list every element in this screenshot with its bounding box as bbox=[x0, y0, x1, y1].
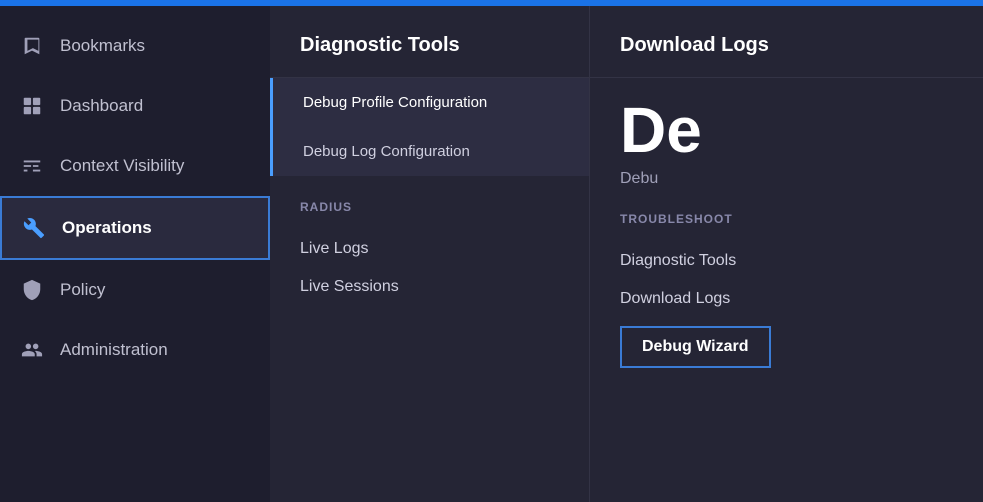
sidebar-item-label-policy: Policy bbox=[60, 280, 105, 300]
sidebar-item-context-visibility[interactable]: Context Visibility bbox=[0, 136, 270, 196]
troubleshoot-section-label: Troubleshoot bbox=[620, 212, 953, 226]
sidebar-item-label-operations: Operations bbox=[62, 218, 152, 238]
submenu-item-label-debug-log: Debug Log Configuration bbox=[303, 143, 470, 160]
context-visibility-icon bbox=[20, 154, 44, 178]
dashboard-icon bbox=[20, 94, 44, 118]
sidebar-item-label-bookmarks: Bookmarks bbox=[60, 36, 145, 56]
sidebar-item-label-dashboard: Dashboard bbox=[60, 96, 143, 116]
sidebar-item-operations[interactable]: Operations bbox=[0, 196, 270, 260]
troubleshoot-section: Troubleshoot Diagnostic Tools Download L… bbox=[590, 188, 983, 378]
administration-icon bbox=[20, 338, 44, 362]
dropdown-right-panel: Download Logs De Debu Troubleshoot Diagn… bbox=[590, 6, 983, 502]
diagnostic-tools-label: Diagnostic Tools bbox=[300, 34, 460, 56]
troubleshoot-links: Diagnostic Tools Download Logs Debug Wiz… bbox=[620, 242, 953, 368]
live-sessions-link[interactable]: Live Sessions bbox=[300, 268, 559, 306]
sidebar-item-dashboard[interactable]: Dashboard bbox=[0, 76, 270, 136]
debug-wizard-link[interactable]: Debug Wizard bbox=[620, 326, 771, 368]
operations-icon bbox=[22, 216, 46, 240]
sidebar-item-administration[interactable]: Administration bbox=[0, 320, 270, 380]
sidebar-item-bookmarks[interactable]: Bookmarks bbox=[0, 16, 270, 76]
sidebar-item-policy[interactable]: Policy bbox=[0, 260, 270, 320]
sidebar-item-label-administration: Administration bbox=[60, 340, 168, 360]
download-logs-label: Download Logs bbox=[620, 34, 769, 56]
radius-section-label: RADIUS bbox=[300, 200, 559, 214]
policy-icon bbox=[20, 278, 44, 302]
troubleshoot-diagnostic-tools-link[interactable]: Diagnostic Tools bbox=[620, 242, 953, 280]
sidebar-item-label-context-visibility: Context Visibility bbox=[60, 156, 184, 176]
submenu-item-debug-profile[interactable]: Debug Profile Configuration bbox=[273, 78, 589, 127]
download-logs-header: Download Logs bbox=[590, 6, 983, 78]
submenu-item-debug-log[interactable]: Debug Log Configuration bbox=[273, 127, 589, 176]
sidebar: Bookmarks Dashboard Context Visibility O… bbox=[0, 6, 270, 502]
bookmarks-icon bbox=[20, 34, 44, 58]
dropdown-left-panel: Diagnostic Tools Debug Profile Configura… bbox=[270, 6, 590, 502]
troubleshoot-download-logs-link[interactable]: Download Logs bbox=[620, 280, 953, 318]
diagnostic-tools-header: Diagnostic Tools bbox=[270, 6, 589, 78]
submenu-item-label-debug-profile: Debug Profile Configuration bbox=[303, 94, 487, 111]
dropdown-overlay: Diagnostic Tools Debug Profile Configura… bbox=[270, 6, 983, 502]
diagnostic-submenu: Debug Profile Configuration Debug Log Co… bbox=[270, 78, 589, 176]
radius-section: RADIUS Live Logs Live Sessions bbox=[270, 176, 589, 316]
de-partial-text: De bbox=[590, 78, 983, 162]
live-logs-link[interactable]: Live Logs bbox=[300, 230, 559, 268]
